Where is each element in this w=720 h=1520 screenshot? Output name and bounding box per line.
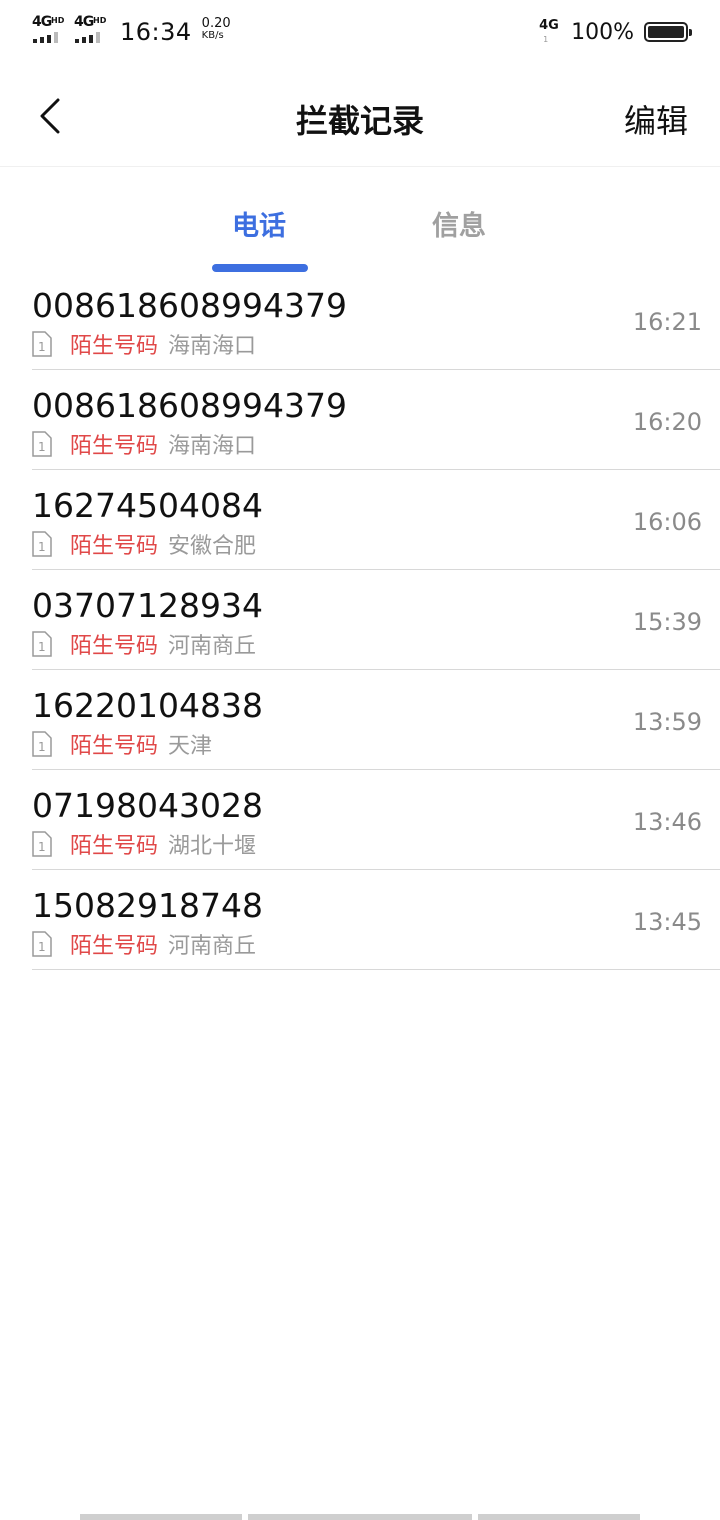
blocked-call-list: 008618608994379 1 陌生号码 海南海口 16:21 008618… (32, 270, 720, 970)
signal-icon-sim1: 4G HD (32, 14, 68, 44)
list-item[interactable]: 03707128934 1 陌生号码 河南商丘 15:39 (32, 570, 720, 670)
phone-number: 008618608994379 (32, 286, 347, 325)
call-time: 13:46 (632, 808, 702, 836)
stranger-tag: 陌生号码 (70, 434, 159, 459)
data-network-sub: 1 (543, 35, 549, 44)
status-bar: 4G HD 4G HD 16:34 0.20 KB/s 4G 1 100% (0, 0, 720, 66)
list-item[interactable]: 008618608994379 1 陌生号码 海南海口 16:21 (32, 270, 720, 370)
page-title: 拦截记录 (295, 102, 424, 140)
call-time: 13:59 (632, 708, 702, 736)
tab-phone[interactable]: 电话 (232, 204, 286, 243)
phone-number: 07198043028 (32, 786, 263, 825)
tab-bar: 电话 信息 (0, 190, 720, 280)
network-type: 4G (74, 14, 94, 30)
location: 河南商丘 (168, 934, 257, 959)
svg-text:1: 1 (38, 940, 46, 954)
stranger-tag: 陌生号码 (70, 934, 159, 959)
location: 湖北十堰 (168, 834, 257, 859)
sim-card-icon: 1 (32, 831, 52, 857)
location: 海南海口 (168, 434, 257, 459)
phone-number: 03707128934 (32, 586, 263, 625)
phone-number: 008618608994379 (32, 386, 347, 425)
svg-text:1: 1 (38, 840, 46, 854)
location: 安徽合肥 (168, 534, 257, 559)
edit-button[interactable]: 编辑 (624, 96, 688, 142)
record-meta: 1 陌生号码 海南海口 (32, 328, 256, 360)
sim-card-icon: 1 (32, 631, 52, 657)
data-network-type: 4G (539, 18, 559, 33)
list-item[interactable]: 16274504084 1 陌生号码 安徽合肥 16:06 (32, 470, 720, 570)
call-time: 16:20 (632, 408, 702, 436)
call-time: 16:06 (632, 508, 702, 536)
list-item[interactable]: 008618608994379 1 陌生号码 海南海口 16:20 (32, 370, 720, 470)
data-network-icon: 4G 1 (539, 18, 563, 46)
speed-value: 0.20 (201, 16, 231, 31)
sim-card-icon: 1 (32, 531, 52, 557)
sim-card-icon: 1 (32, 931, 52, 957)
record-meta: 1 陌生号码 河南商丘 (32, 928, 256, 960)
phone-number: 16274504084 (32, 486, 263, 525)
call-block-records-screen: 4G HD 4G HD 16:34 0.20 KB/s 4G 1 100% 拦截… (0, 0, 720, 1520)
svg-text:1: 1 (38, 540, 46, 554)
stranger-tag: 陌生号码 (70, 534, 159, 559)
record-meta: 1 陌生号码 河南商丘 (32, 628, 256, 660)
stranger-tag: 陌生号码 (70, 334, 159, 359)
network-speed: 0.20 KB/s (201, 16, 231, 42)
svg-text:1: 1 (38, 340, 46, 354)
svg-text:1: 1 (38, 740, 46, 754)
svg-text:1: 1 (38, 440, 46, 454)
status-left: 4G HD 4G HD 16:34 0.20 KB/s (32, 14, 231, 46)
list-item[interactable]: 07198043028 1 陌生号码 湖北十堰 13:46 (32, 770, 720, 870)
location: 河南商丘 (168, 634, 257, 659)
sim-card-icon: 1 (32, 731, 52, 757)
network-type: 4G (32, 14, 52, 30)
sim-card-icon: 1 (32, 331, 52, 357)
list-item[interactable]: 15082918748 1 陌生号码 河南商丘 13:45 (32, 870, 720, 970)
list-item[interactable]: 16220104838 1 陌生号码 天津 13:59 (32, 670, 720, 770)
phone-number: 15082918748 (32, 886, 263, 925)
navigation-gesture-bar[interactable] (80, 1514, 640, 1520)
call-time: 16:21 (632, 308, 702, 336)
record-meta: 1 陌生号码 湖北十堰 (32, 828, 256, 860)
sim-card-icon: 1 (32, 431, 52, 457)
tab-messages[interactable]: 信息 (432, 204, 486, 243)
svg-text:1: 1 (38, 640, 46, 654)
battery-icon (644, 22, 692, 42)
speed-unit: KB/s (201, 30, 224, 41)
location: 海南海口 (168, 334, 257, 359)
call-time: 13:45 (632, 908, 702, 936)
phone-number: 16220104838 (32, 686, 263, 725)
stranger-tag: 陌生号码 (70, 834, 159, 859)
battery-percent: 100% (571, 19, 634, 45)
signal-icon-sim2: 4G HD (74, 14, 110, 44)
hd-badge: HD (51, 16, 65, 25)
record-meta: 1 陌生号码 天津 (32, 728, 212, 760)
hd-badge: HD (93, 16, 107, 25)
stranger-tag: 陌生号码 (70, 734, 159, 759)
location: 天津 (168, 734, 213, 759)
record-meta: 1 陌生号码 安徽合肥 (32, 528, 256, 560)
status-time: 16:34 (120, 18, 192, 46)
call-time: 15:39 (632, 608, 702, 636)
record-meta: 1 陌生号码 海南海口 (32, 428, 256, 460)
status-right: 4G 1 100% (539, 18, 692, 46)
app-header: 拦截记录 编辑 (0, 66, 720, 167)
stranger-tag: 陌生号码 (70, 634, 159, 659)
